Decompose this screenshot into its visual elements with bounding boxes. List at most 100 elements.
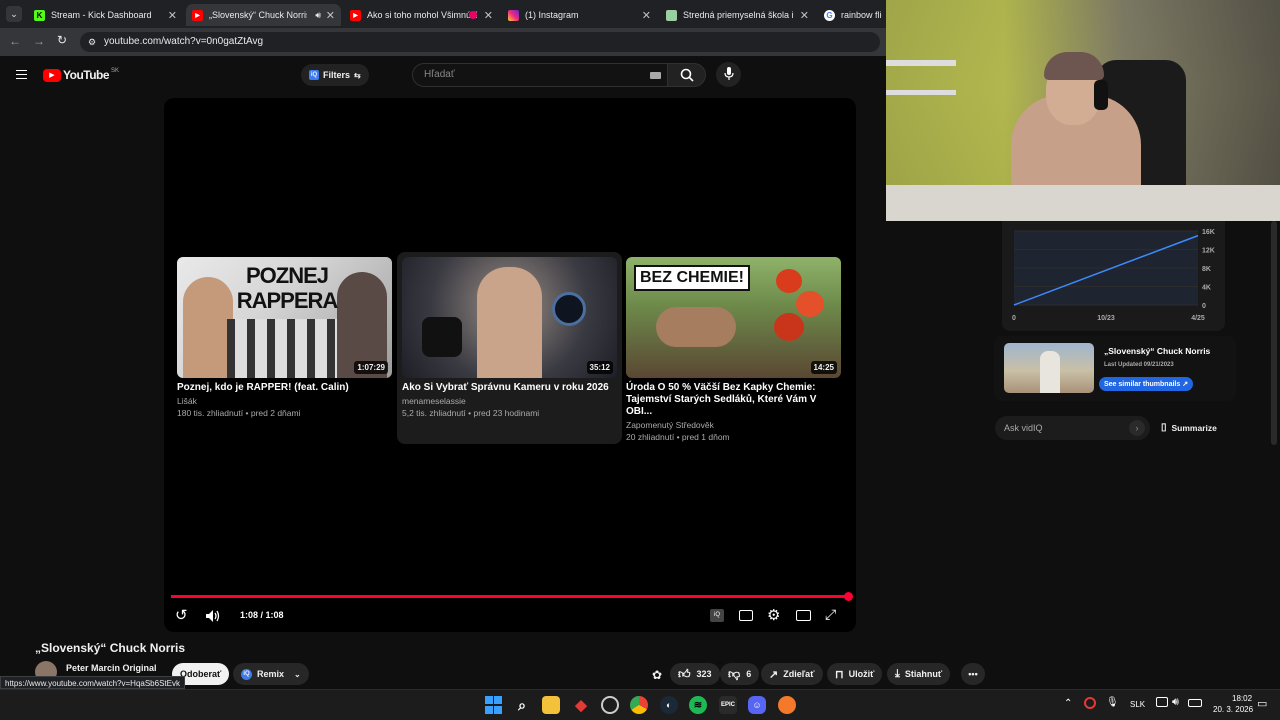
end-card-3[interactable]: BEZ CHEMIE! 14:25 Úroda O 50 % Väčší Bez… [626, 257, 841, 442]
site-info-icon[interactable]: ⚙︎ [88, 32, 96, 52]
tray-chevron-icon[interactable]: ⌃ [1064, 698, 1072, 709]
notifications-icon[interactable]: ▭ [1257, 697, 1267, 710]
more-actions-button[interactable]: ••• [961, 663, 985, 685]
download-icon: ⤓ [895, 667, 900, 680]
fullscreen-icon[interactable]: ⤢ [825, 606, 836, 623]
search-button[interactable] [668, 63, 706, 87]
vidiq-last-updated: Last Updated 09/21/2023 [1104, 362, 1174, 368]
instagram-icon [508, 9, 519, 21]
close-icon[interactable]: ✕ [168, 9, 177, 22]
end-card-2[interactable]: 35:12 Ako Si Vybrať Správnu Kameru v rok… [402, 257, 617, 418]
video-player[interactable]: POZNEJ RAPPERA 1:07:29 Poznej, kdo je RA… [164, 98, 856, 632]
network-icon[interactable] [1156, 697, 1168, 707]
microphone-tray-icon[interactable]: 🎙︎ [1106, 697, 1119, 708]
back-icon[interactable]: ← [9, 34, 21, 48]
youtube-icon: ▶ [350, 9, 361, 21]
download-button[interactable]: ⤓ Stiahnuť [887, 663, 951, 685]
close-icon[interactable]: ✕ [800, 9, 809, 22]
search-input[interactable]: Hľadať [412, 63, 668, 87]
volume-icon[interactable] [205, 609, 221, 623]
battery-icon[interactable] [1188, 699, 1202, 707]
tab-youtube-active[interactable]: ▶ „Slovenský“ Chuck Norris - 🔊︎ ✕ [186, 4, 341, 26]
dislike-button[interactable]: 👎︎ 6 [720, 663, 760, 685]
close-icon[interactable]: ✕ [484, 9, 493, 22]
tab-instagram[interactable]: (1) Instagram ✕ [502, 4, 657, 26]
replay-icon[interactable]: ↺ [175, 606, 188, 624]
miniplayer-icon[interactable] [796, 610, 811, 621]
vidiq-thumb[interactable] [1004, 343, 1094, 393]
send-icon[interactable]: › [1129, 420, 1145, 436]
voice-search-button[interactable] [716, 62, 741, 87]
address-bar[interactable]: ⚙︎ youtube.com/watch?v=0n0gatZtAvg [80, 32, 880, 52]
video-title[interactable]: Úroda O 50 % Väčší Bez Kapky Chemie: Taj… [626, 382, 841, 418]
ask-vidiq-input[interactable]: Ask vidIQ › [995, 416, 1150, 440]
unsubscribe-label: Odoberať [180, 669, 222, 679]
channel-name[interactable]: Zapomenutý Středověk [626, 420, 841, 430]
vidiq-filters-button[interactable]: iQ Filters ⇆ [301, 64, 369, 86]
video-thumbnail[interactable]: POZNEJ RAPPERA 1:07:29 [177, 257, 392, 378]
download-label: Stiahnuť [904, 669, 943, 679]
language-indicator[interactable]: SLK [1130, 700, 1145, 709]
settings-icon[interactable]: ⚙︎ [767, 606, 780, 624]
save-button[interactable]: ⊓ Uložiť [827, 663, 883, 685]
red-app-icon[interactable]: ◆ [572, 696, 590, 714]
forward-icon[interactable]: → [33, 34, 45, 48]
channel-name[interactable]: menameselassie [402, 396, 617, 406]
youtube-logo[interactable]: ▶ YouTube SK [43, 68, 119, 82]
chevron-down-icon: ⌄ [294, 669, 301, 679]
region-label: SK [111, 68, 120, 74]
similar-thumbnails-button[interactable]: See similar thumbnails ↗ [1099, 377, 1194, 391]
page-scrollbar[interactable] [1271, 221, 1277, 445]
clock-time[interactable]: 18:02 [1232, 694, 1252, 703]
webcam-overlay [886, 0, 1280, 221]
dislike-count: 6 [746, 669, 752, 679]
blender-icon[interactable] [778, 696, 796, 714]
channel-name-main[interactable]: Peter Marcin Original [66, 663, 157, 673]
youtube-header: ▶ YouTube SK iQ Filters ⇆ Hľadať [0, 56, 886, 94]
tab-school[interactable]: Stredná priemyselná škola infor ✕ [660, 4, 815, 26]
video-title[interactable]: Ako Si Vybrať Správnu Kameru v roku 2026 [402, 382, 617, 394]
more-icon: ••• [968, 669, 978, 679]
like-button[interactable]: 👍︎ 323 [670, 663, 720, 685]
chrome-icon[interactable] [630, 696, 648, 714]
scrubber-handle[interactable] [844, 592, 853, 601]
summarize-button[interactable]: ▯ Summarize [1161, 422, 1217, 433]
epic-games-icon[interactable]: EPIC [719, 696, 737, 714]
share-button[interactable]: ↗ Zdieľať [761, 663, 823, 685]
video-meta: 20 zhliadnutí • pred 1 dňom [626, 432, 730, 442]
subtitles-icon[interactable] [739, 610, 753, 621]
keyboard-icon[interactable] [650, 72, 661, 79]
channel-name[interactable]: Lišák [177, 396, 392, 406]
speaker-icon[interactable]: 🔊︎ [315, 10, 321, 21]
remix-button[interactable]: iQ Remix ⌄ [233, 663, 309, 685]
vidiq-extension-icon[interactable]: ✿ [652, 668, 662, 682]
file-explorer-icon[interactable] [542, 696, 560, 714]
close-icon[interactable]: ✕ [326, 9, 335, 22]
vidiq-thumbnail-card[interactable]: „Slovenský“ Chuck Norris Last Updated 09… [994, 336, 1236, 401]
tab-google[interactable]: G rainbow flick [818, 4, 888, 26]
video-thumbnail[interactable]: 35:12 [402, 257, 617, 378]
vidiq-player-icon[interactable]: iQ [710, 609, 724, 622]
menu-icon[interactable] [16, 70, 27, 79]
reload-icon[interactable]: ↻ [57, 33, 67, 47]
end-card-1[interactable]: POZNEJ RAPPERA 1:07:29 Poznej, kdo je RA… [177, 257, 392, 418]
clock-date[interactable]: 20. 3. 2026 [1213, 705, 1253, 714]
volume-tray-icon[interactable]: 🔊︎ [1172, 696, 1179, 709]
video-title[interactable]: Poznej, kdo je RAPPER! (feat. Calin) [177, 382, 392, 394]
search-icon[interactable]: ⌕ [513, 696, 531, 714]
video-meta: 180 tis. zhliadnutí • pred 2 dňami [177, 408, 301, 418]
video-thumbnail[interactable]: BEZ CHEMIE! 14:25 [626, 257, 841, 378]
tray-app-icon[interactable] [1084, 697, 1096, 709]
tab-youtube-2[interactable]: ▶ Ako si toho mohol Všimnúť? ✕ [344, 4, 499, 26]
thumbnail-camera [422, 317, 462, 357]
close-icon[interactable]: ✕ [642, 9, 651, 22]
tab-kick-dashboard[interactable]: K Stream - Kick Dashboard ✕ [28, 4, 183, 26]
discord-icon[interactable]: ☺ [748, 696, 766, 714]
book-icon: ▯ [1161, 422, 1167, 433]
obs-icon[interactable] [601, 696, 619, 714]
start-icon[interactable] [484, 696, 502, 714]
spotify-icon[interactable]: ≋ [689, 696, 707, 714]
steam-icon[interactable]: ◐ [660, 696, 678, 714]
progress-bar[interactable] [171, 592, 853, 601]
tab-search-button[interactable]: ⌄ [6, 6, 22, 22]
